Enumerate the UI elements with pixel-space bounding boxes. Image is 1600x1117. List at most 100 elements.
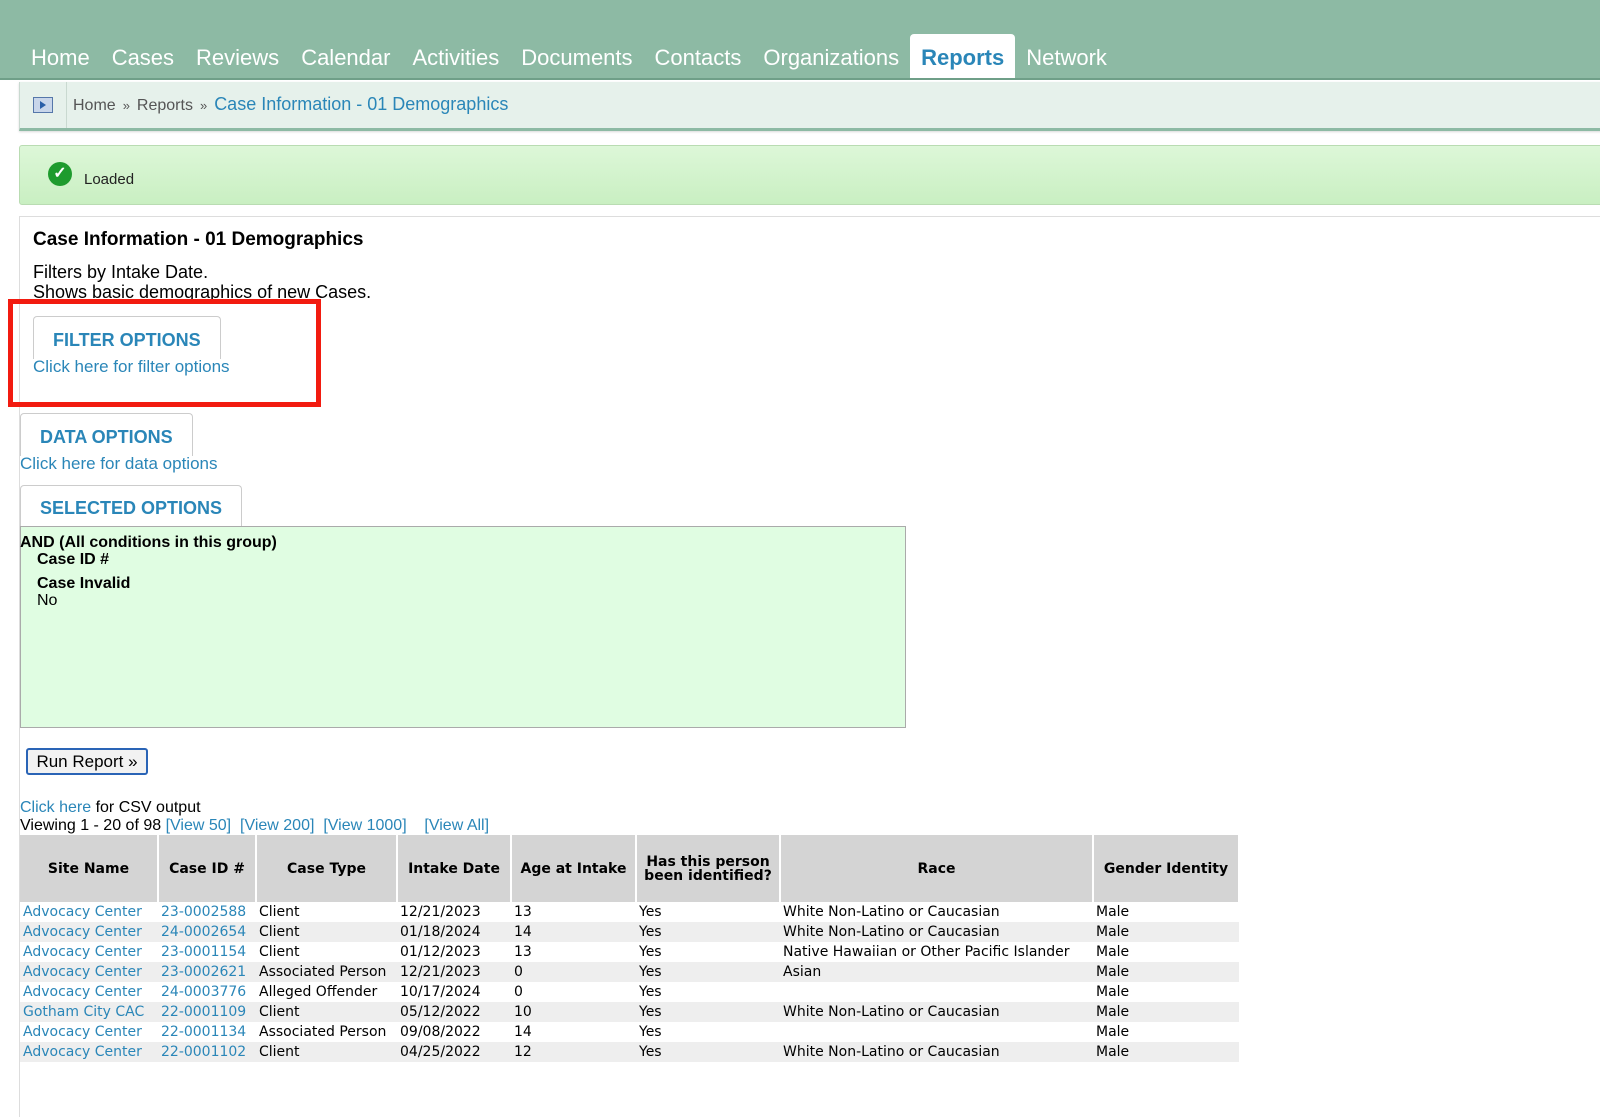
age-cell: 0 <box>511 982 636 1002</box>
intake-date-cell: 05/12/2022 <box>397 1002 511 1022</box>
top-navigation: Home Cases Reviews Calendar Activities D… <box>0 0 1600 80</box>
case-id-link[interactable]: 24-0003776 <box>158 982 256 1002</box>
results-table: Site Name Case ID # Case Type Intake Dat… <box>20 835 1240 1062</box>
column-header-case-id[interactable]: Case ID # <box>158 835 257 902</box>
intake-date-cell: 09/08/2022 <box>397 1022 511 1042</box>
identified-cell: Yes <box>636 1042 780 1062</box>
case-id-link[interactable]: 23-0002621 <box>158 962 256 982</box>
race-cell: White Non-Latino or Caucasian <box>780 1002 1093 1022</box>
nav-tab-contacts[interactable]: Contacts <box>644 34 753 78</box>
case-id-link[interactable]: 23-0002588 <box>158 902 256 922</box>
data-options-tab[interactable]: DATA OPTIONS <box>20 413 193 456</box>
breadcrumb-separator: » <box>122 98 130 113</box>
column-header-case-type[interactable]: Case Type <box>256 835 398 902</box>
nav-tab-reviews[interactable]: Reviews <box>185 34 290 78</box>
table-row: Advocacy Center 23-0002588 Client 12/21/… <box>20 902 1239 922</box>
condition-case-id: Case ID # <box>37 551 110 568</box>
case-id-link[interactable]: 22-0001109 <box>158 1002 256 1022</box>
nav-tab-calendar[interactable]: Calendar <box>290 34 401 78</box>
race-cell <box>780 1022 1093 1042</box>
column-header-intake-date[interactable]: Intake Date <box>397 835 512 902</box>
site-name-link[interactable]: Gotham City CAC <box>20 1002 158 1022</box>
column-header-age-at-intake[interactable]: Age at Intake <box>511 835 637 902</box>
csv-output-text: for CSV output <box>91 799 201 816</box>
case-type-cell: Client <box>256 1042 397 1062</box>
race-cell <box>780 982 1093 1002</box>
case-id-link[interactable]: 23-0001154 <box>158 942 256 962</box>
run-report-button[interactable]: Run Report » <box>26 748 148 775</box>
table-row: Advocacy Center 22-0001102 Client 04/25/… <box>20 1042 1239 1062</box>
nav-tab-network[interactable]: Network <box>1015 34 1118 78</box>
intake-date-cell: 04/25/2022 <box>397 1042 511 1062</box>
gender-cell: Male <box>1093 902 1239 922</box>
selected-options-panel <box>20 526 906 728</box>
intake-date-cell: 10/17/2024 <box>397 982 511 1002</box>
gender-cell: Male <box>1093 1022 1239 1042</box>
age-cell: 0 <box>511 962 636 982</box>
nav-tab-home[interactable]: Home <box>20 34 101 78</box>
view-1000-link[interactable]: [View 1000] <box>323 817 406 834</box>
site-name-link[interactable]: Advocacy Center <box>20 1042 158 1062</box>
report-description-line: Filters by Intake Date. <box>33 262 209 282</box>
age-cell: 12 <box>511 1042 636 1062</box>
age-cell: 13 <box>511 902 636 922</box>
case-id-link[interactable]: 24-0002654 <box>158 922 256 942</box>
view-200-link[interactable]: [View 200] <box>240 817 314 834</box>
pagination-line: Viewing 1 - 20 of 98 [View 50] [View 200… <box>20 817 489 835</box>
site-name-link[interactable]: Advocacy Center <box>20 1022 158 1042</box>
site-name-link[interactable]: Advocacy Center <box>20 962 158 982</box>
race-cell: White Non-Latino or Caucasian <box>780 1042 1093 1062</box>
nav-tab-activities[interactable]: Activities <box>401 34 510 78</box>
table-row: Advocacy Center 23-0002621 Associated Pe… <box>20 962 1239 982</box>
gender-cell: Male <box>1093 942 1239 962</box>
case-type-cell: Alleged Offender <box>256 982 397 1002</box>
breadcrumb-items: Home » Reports » Case Information - 01 D… <box>73 94 508 115</box>
case-type-cell: Associated Person <box>256 962 397 982</box>
site-name-link[interactable]: Advocacy Center <box>20 922 158 942</box>
identified-cell: Yes <box>636 1022 780 1042</box>
site-name-link[interactable]: Advocacy Center <box>20 902 158 922</box>
identified-cell: Yes <box>636 942 780 962</box>
gender-cell: Male <box>1093 982 1239 1002</box>
case-type-cell: Associated Person <box>256 1022 397 1042</box>
nav-tabs: Home Cases Reviews Calendar Activities D… <box>20 34 1118 78</box>
table-header-row: Site Name Case ID # Case Type Intake Dat… <box>20 835 1240 902</box>
site-name-link[interactable]: Advocacy Center <box>20 982 158 1002</box>
nav-tab-reports[interactable]: Reports <box>910 34 1016 78</box>
table-row: Gotham City CAC 22-0001109 Client 05/12/… <box>20 1002 1239 1022</box>
table-row: Advocacy Center 23-0001154 Client 01/12/… <box>20 942 1239 962</box>
nav-tab-cases[interactable]: Cases <box>101 34 185 78</box>
view-all-link[interactable]: [View All] <box>424 817 489 834</box>
intake-date-cell: 12/21/2023 <box>397 902 511 922</box>
race-cell: Asian <box>780 962 1093 982</box>
highlight-annotation-box <box>8 299 321 407</box>
data-options-link[interactable]: Click here for data options <box>20 454 218 474</box>
sidebar-toggle-button[interactable] <box>20 82 67 128</box>
selected-options-tab[interactable]: SELECTED OPTIONS <box>20 485 243 527</box>
condition-case-invalid: Case Invalid <box>37 575 131 592</box>
column-header-gender-identity[interactable]: Gender Identity <box>1093 835 1240 902</box>
view-50-link[interactable]: [View 50] <box>166 817 232 834</box>
gender-cell: Male <box>1093 962 1239 982</box>
breadcrumb-home[interactable]: Home <box>73 97 116 115</box>
case-id-link[interactable]: 22-0001134 <box>158 1022 256 1042</box>
breadcrumb-reports[interactable]: Reports <box>137 97 193 115</box>
report-title: Case Information - 01 Demographics <box>33 229 364 250</box>
breadcrumb: Home » Reports » Case Information - 01 D… <box>19 82 1600 131</box>
case-id-link[interactable]: 22-0001102 <box>158 1042 256 1062</box>
condition-group-label: AND (All conditions in this group) <box>20 534 277 551</box>
report-description: Filters by Intake Date. Shows basic demo… <box>33 262 371 302</box>
column-header-identified[interactable]: Has this person been identified? <box>636 835 781 902</box>
column-header-site-name[interactable]: Site Name <box>20 835 159 902</box>
gender-cell: Male <box>1093 1002 1239 1022</box>
case-type-cell: Client <box>256 1002 397 1022</box>
site-name-link[interactable]: Advocacy Center <box>20 942 158 962</box>
column-header-race[interactable]: Race <box>780 835 1094 902</box>
age-cell: 10 <box>511 1002 636 1022</box>
nav-tab-organizations[interactable]: Organizations <box>752 34 910 78</box>
identified-cell: Yes <box>636 922 780 942</box>
gender-cell: Male <box>1093 922 1239 942</box>
csv-output-link[interactable]: Click here <box>20 799 91 816</box>
status-message-bar: ✓ Loaded <box>19 145 1600 205</box>
nav-tab-documents[interactable]: Documents <box>510 34 643 78</box>
